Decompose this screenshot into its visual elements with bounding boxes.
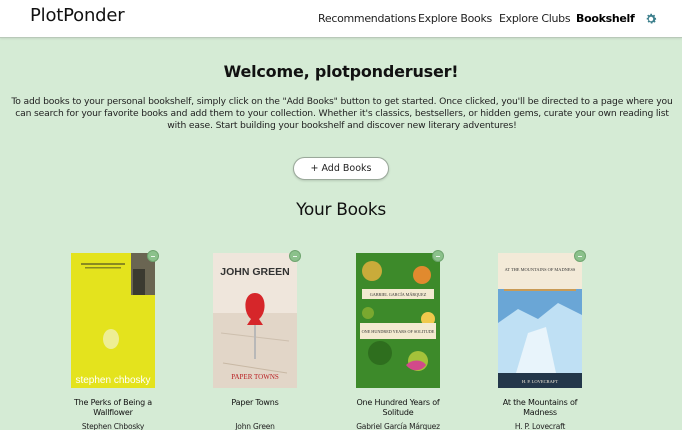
remove-book-button[interactable]: [432, 250, 444, 262]
remove-book-button[interactable]: [574, 250, 586, 262]
book-author: Gabriel García Márquez: [356, 422, 440, 430]
brand-logo[interactable]: PlotPonder: [30, 5, 125, 26]
svg-text:ONE HUNDRED YEARS OF SOLITUDE: ONE HUNDRED YEARS OF SOLITUDE: [362, 329, 435, 334]
svg-text:stephen chbosky: stephen chbosky: [75, 375, 150, 386]
book-title: One Hundred Years of Solitude: [356, 398, 440, 417]
nav-bookshelf[interactable]: Bookshelf: [576, 12, 635, 25]
book-cover-art: stephen chbosky: [71, 253, 155, 388]
book-title: The Perks of Being a Wallflower: [74, 398, 152, 417]
book-cover-art: AT THE MOUNTAINS OF MADNESS H. P. LOVECR…: [498, 253, 582, 388]
book-cover[interactable]: AT THE MOUNTAINS OF MADNESS H. P. LOVECR…: [498, 253, 582, 388]
gear-icon[interactable]: [644, 12, 658, 26]
remove-book-button[interactable]: [289, 250, 301, 262]
nav-explore-books[interactable]: Explore Books: [418, 12, 492, 25]
book-cover-art: GABRIEL GARCÍA MÁRQUEZ ONE HUNDRED YEARS…: [356, 253, 440, 388]
book-author: John Green: [235, 422, 275, 430]
book-cover[interactable]: GABRIEL GARCÍA MÁRQUEZ ONE HUNDRED YEARS…: [356, 253, 440, 388]
book-author: Stephen Chbosky: [81, 422, 145, 430]
svg-text:PAPER TOWNS: PAPER TOWNS: [231, 373, 279, 381]
add-books-button[interactable]: + Add Books: [293, 157, 389, 180]
book-title: Paper Towns: [231, 398, 279, 407]
welcome-heading: Welcome, plotponderuser!: [223, 62, 459, 81]
svg-text:AT THE MOUNTAINS OF MADNESS: AT THE MOUNTAINS OF MADNESS: [505, 267, 576, 272]
book-cover-art: JOHN GREEN PAPER TOWNS: [213, 253, 297, 388]
intro-text: To add books to your personal bookshelf,…: [11, 96, 673, 131]
remove-book-button[interactable]: [147, 250, 159, 262]
book-title: At the Mountains of Madness: [502, 398, 578, 417]
book-cover[interactable]: JOHN GREEN PAPER TOWNS: [213, 253, 297, 388]
nav-recommendations[interactable]: Recommendations: [318, 12, 416, 25]
nav-explore-clubs[interactable]: Explore Clubs: [499, 12, 571, 25]
your-books-heading: Your Books: [296, 200, 386, 220]
navbar: PlotPonder Recommendations Explore Books…: [0, 0, 682, 38]
svg-text:GABRIEL GARCÍA MÁRQUEZ: GABRIEL GARCÍA MÁRQUEZ: [370, 292, 427, 297]
book-cover[interactable]: stephen chbosky: [71, 253, 155, 388]
svg-text:H. P. LOVECRAFT: H. P. LOVECRAFT: [522, 379, 559, 384]
svg-text:JOHN GREEN: JOHN GREEN: [220, 266, 289, 278]
book-author: H. P. Lovecraft: [514, 422, 566, 430]
